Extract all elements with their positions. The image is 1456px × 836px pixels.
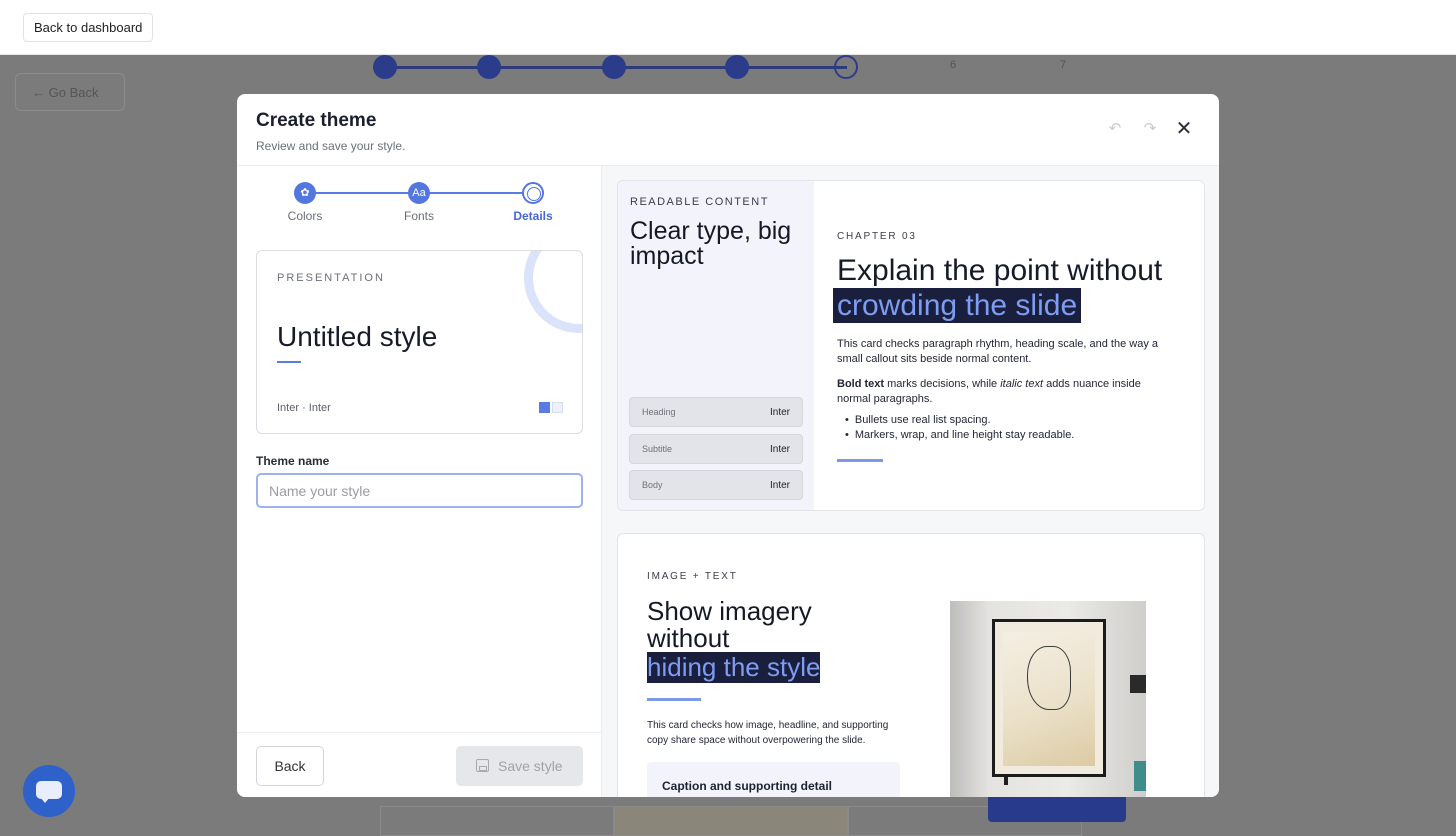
color-swatch-primary [539,402,550,413]
image-card-paragraph: This card checks how image, headline, an… [647,720,889,746]
preview-accent-rule [277,361,301,363]
title-highlight: hiding the style [647,652,821,683]
preview-font-names: Inter · Inter [277,402,331,414]
preview-title: Untitled style [277,321,438,352]
title-plain: Show imagery without [647,596,812,653]
readable-heading: Explain the point without crowding the s… [833,253,1197,323]
heading-plain: Explain the point without [837,254,1163,287]
save-style-button[interactable]: Save style [456,746,583,786]
background-step-dot [725,55,749,79]
accent-rule [647,698,701,701]
save-icon [476,759,489,772]
background-panel [614,806,848,836]
style-preview-card: PRESENTATION Untitled style Inter · Inte… [256,250,583,434]
readable-paragraph: This card checks paragraph rhythm, headi… [837,338,1159,365]
image-card-title: Show imagery without hiding the style [647,598,897,683]
step-fonts-label[interactable]: Fonts [379,209,459,223]
accent-rule [837,459,883,462]
font-row-key: Heading [642,407,676,417]
palette-icon[interactable]: ✿ [294,182,316,204]
preview-eyebrow: PRESENTATION [277,272,385,284]
heading-highlight: crowding the slide [833,288,1082,323]
font-row-value: Inter [769,444,790,455]
bold-text: Bold text [837,378,885,390]
font-row-key: Subtitle [642,444,673,454]
decorative-arc [524,251,582,333]
painting [1003,632,1095,766]
theme-name-label: Theme name [256,454,330,468]
image-text-card: IMAGE + TEXT Show imagery without hiding… [617,533,1205,797]
font-row-subtitle: Subtitle Inter [629,434,803,464]
modal-title: Create theme [256,110,377,131]
readable-title: Clear type, big impact [630,217,792,270]
stepper-line [419,192,533,194]
teal-vase [1134,761,1146,791]
back-button[interactable]: Back [256,746,324,786]
background-step-number: 6 [950,59,957,71]
stepper-line [305,192,419,194]
para-mid: marks decisions, while [884,378,1001,390]
background-step-dot [834,55,858,79]
font-row-key: Body [642,480,663,490]
font-row-heading: Heading Inter [629,397,803,427]
undo-icon[interactable]: ↶ [1105,119,1125,139]
readable-content-card: READABLE CONTENT Clear type, big impact … [617,180,1205,511]
modal-subtitle: Review and save your style. [256,139,406,153]
abstract-shape [1027,646,1071,710]
color-swatch-secondary [552,402,563,413]
step-details-label[interactable]: Details [493,209,573,223]
background-step-dot [602,55,626,79]
image-card-eyebrow: IMAGE + TEXT [647,571,738,582]
background-step-number: 7 [1060,59,1067,71]
redo-icon[interactable]: ↷ [1140,119,1160,139]
go-back-label: Go Back [48,85,99,100]
chat-icon[interactable] [23,765,75,817]
create-theme-modal: Create theme Review and save your style.… [237,94,1219,797]
caption-text: Caption and supporting detail [662,779,832,793]
theme-name-input[interactable] [256,473,583,508]
close-icon[interactable]: ✕ [1174,119,1194,139]
arrow-left-icon: ← [32,85,45,100]
left-pane: ✿ Colors Aa Fonts Details PRESENTATION U… [237,166,602,797]
save-style-label: Save style [498,758,563,774]
italic-text: italic text [1000,378,1044,390]
picture-frame [992,619,1106,777]
list-item: Markers, wrap, and line height stay read… [837,429,1075,441]
back-to-dashboard-button[interactable]: Back to dashboard [23,13,154,42]
go-back-button: ← Go Back [15,73,125,111]
font-row-value: Inter [769,407,790,418]
font-row-value: Inter [769,480,790,491]
artwork-image [950,601,1146,797]
list-item: Bullets use real list spacing. [837,414,1074,426]
wall-device [1130,675,1146,693]
readable-eyebrow: READABLE CONTENT [630,196,769,208]
background-panel [380,806,614,836]
background-step-dot [373,55,397,79]
bullet-list: Bullets use real list spacing. Markers, … [837,414,1075,444]
info-icon[interactable] [522,182,544,204]
typography-sidebar: READABLE CONTENT Clear type, big impact … [618,181,814,510]
font-row-body: Body Inter [629,470,803,500]
modal-footer: Back Save style [237,732,601,797]
font-icon[interactable]: Aa [408,182,430,204]
step-colors-label[interactable]: Colors [265,209,345,223]
top-bar: Back to dashboard [0,0,1456,55]
background-step-dot [477,55,501,79]
readable-paragraph-rich: Bold text marks decisions, while italic … [837,377,1177,407]
modal-header: Create theme Review and save your style.… [237,94,1219,166]
caption-box: Caption and supporting detail [647,762,900,797]
chapter-label: CHAPTER 03 [837,231,917,242]
preview-pane[interactable]: READABLE CONTENT Clear type, big impact … [602,166,1219,797]
